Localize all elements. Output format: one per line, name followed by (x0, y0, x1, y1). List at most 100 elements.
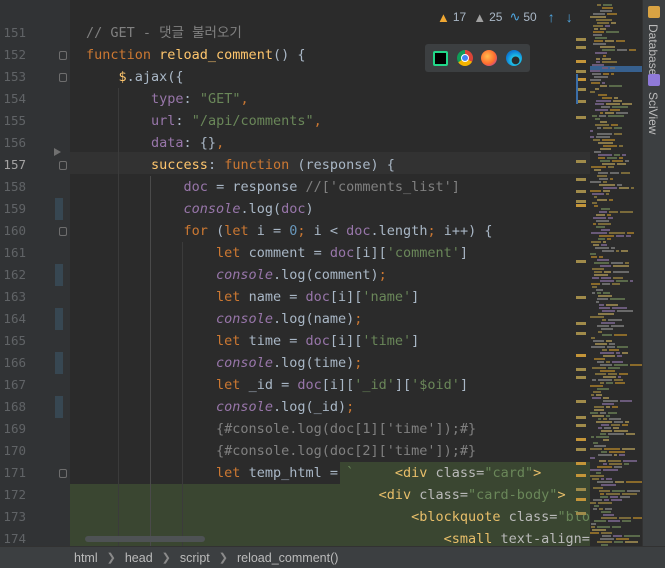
breadcrumb-item-html[interactable]: html (74, 551, 98, 565)
vcs-change-marker[interactable] (55, 352, 63, 374)
line-number[interactable]: 171 (0, 462, 26, 484)
vcs-change-marker[interactable] (55, 198, 63, 220)
fold-toggle-icon[interactable] (59, 469, 67, 478)
stripe-mark[interactable] (576, 260, 586, 263)
line-number[interactable]: 152 (0, 44, 26, 66)
line-number[interactable]: 169 (0, 418, 26, 440)
previous-highlight-icon[interactable]: ↑ (548, 9, 555, 25)
stripe-mark[interactable] (576, 332, 586, 335)
edge-icon[interactable] (505, 50, 522, 66)
code-line[interactable]: let comment = doc[i]['comment'] (86, 242, 468, 264)
stripe-mark[interactable] (576, 60, 586, 63)
line-number[interactable]: 159 (0, 198, 26, 220)
stripe-mark[interactable] (576, 178, 586, 181)
stripe-mark[interactable] (576, 438, 586, 441)
stripe-mark[interactable] (576, 74, 578, 104)
line-number[interactable]: 167 (0, 374, 26, 396)
line-number[interactable]: 154 (0, 88, 26, 110)
next-highlight-icon[interactable]: ↓ (566, 9, 573, 25)
code-line[interactable]: let temp_html = ` <div class="card"> (86, 462, 541, 484)
database-tool-tab[interactable]: Database (646, 24, 660, 75)
code-line[interactable]: let name = doc[i]['name'] (86, 286, 419, 308)
error-stripe[interactable] (574, 0, 588, 546)
code-line[interactable]: for (let i = 0; i < doc.length; i++) { (86, 220, 493, 242)
line-number[interactable]: 158 (0, 176, 26, 198)
database-icon[interactable] (648, 6, 660, 18)
vcs-change-marker[interactable] (55, 264, 63, 286)
stripe-mark[interactable] (576, 160, 586, 163)
line-number[interactable]: 166 (0, 352, 26, 374)
stripe-mark[interactable] (576, 322, 586, 325)
breadcrumb-item-function[interactable]: reload_comment() (237, 551, 338, 565)
line-number-gutter[interactable]: 151 152 153 154 155 156 157 158 159 160 161 162 163 1… (0, 0, 70, 546)
code-line[interactable]: <div class="card-body"> (86, 484, 566, 506)
code-line[interactable]: console.log(name); (86, 308, 362, 330)
inspection-widget[interactable]: ▲ 17 ▲ 25 ∿ 50 ↑ ↓ (437, 8, 573, 26)
stripe-mark[interactable] (576, 116, 586, 119)
horizontal-scrollbar[interactable] (85, 536, 205, 542)
stripe-mark[interactable] (576, 448, 586, 451)
line-number[interactable]: 164 (0, 308, 26, 330)
stripe-mark[interactable] (576, 38, 586, 41)
stripe-mark[interactable] (576, 70, 586, 73)
code-line[interactable]: {#console.log(doc[2]['time']);#} (86, 440, 476, 462)
code-line[interactable]: type: "GET", (86, 88, 249, 110)
code-line[interactable]: console.log(_id); (86, 396, 354, 418)
sciview-icon[interactable] (648, 74, 660, 86)
fold-toggle-icon[interactable] (59, 73, 67, 82)
stripe-mark[interactable] (576, 488, 586, 491)
stripe-mark[interactable] (576, 200, 586, 203)
line-number[interactable]: 165 (0, 330, 26, 352)
line-number[interactable]: 163 (0, 286, 26, 308)
code-line[interactable]: console.log(time); (86, 352, 362, 374)
code-editor[interactable]: // GET - 댓글 불러오기 function reload_comment(… (70, 0, 590, 546)
code-line[interactable]: // GET - 댓글 불러오기 (86, 22, 242, 44)
code-minimap[interactable] (590, 0, 642, 546)
vcs-change-marker[interactable] (55, 396, 63, 418)
sciview-tool-tab[interactable]: SciView (646, 92, 660, 134)
code-line[interactable]: doc = response //['comments_list'] (86, 176, 460, 198)
line-number[interactable]: 162 (0, 264, 26, 286)
breadcrumb-item-script[interactable]: script (180, 551, 210, 565)
stripe-mark[interactable] (576, 498, 586, 501)
stripe-mark[interactable] (576, 462, 586, 465)
chrome-icon[interactable] (456, 50, 473, 66)
stripe-mark[interactable] (576, 204, 586, 207)
code-line[interactable]: let _id = doc[i]['_id']['$oid'] (86, 374, 468, 396)
line-number[interactable]: 156 (0, 132, 26, 154)
line-number[interactable]: 173 (0, 506, 26, 528)
line-number[interactable]: 161 (0, 242, 26, 264)
line-number[interactable]: 172 (0, 484, 26, 506)
code-line[interactable]: <blockquote class="blockquote (86, 506, 590, 528)
code-line[interactable]: function reload_comment() { (86, 44, 305, 66)
stripe-mark[interactable] (576, 296, 586, 299)
code-line[interactable]: success: function (response) { (86, 154, 395, 176)
stripe-mark[interactable] (576, 400, 586, 403)
stripe-mark[interactable] (576, 354, 586, 357)
line-number[interactable]: 157 (0, 154, 26, 176)
line-number[interactable]: 160 (0, 220, 26, 242)
code-line[interactable]: $.ajax({ (86, 66, 184, 88)
vcs-change-marker[interactable] (55, 308, 63, 330)
stripe-mark[interactable] (576, 190, 586, 193)
stripe-mark[interactable] (576, 474, 586, 477)
stripe-mark[interactable] (576, 376, 586, 379)
fold-toggle-icon[interactable] (59, 51, 67, 60)
stripe-mark[interactable] (576, 368, 586, 371)
code-line[interactable]: console.log(doc) (86, 198, 314, 220)
code-line[interactable]: console.log(comment); (86, 264, 387, 286)
fold-toggle-icon[interactable] (59, 227, 67, 236)
code-line[interactable]: url: "/api/comments", (86, 110, 322, 132)
code-line[interactable]: data: {}, (86, 132, 224, 154)
line-number[interactable]: 168 (0, 396, 26, 418)
line-number[interactable]: 151 (0, 22, 26, 44)
line-number[interactable]: 153 (0, 66, 26, 88)
code-line[interactable]: let time = doc[i]['time'] (86, 330, 419, 352)
fold-toggle-icon[interactable] (59, 161, 67, 170)
line-number[interactable]: 170 (0, 440, 26, 462)
stripe-mark[interactable] (576, 416, 586, 419)
stripe-mark[interactable] (576, 46, 586, 49)
stripe-mark[interactable] (576, 512, 586, 515)
line-number[interactable]: 155 (0, 110, 26, 132)
code-line[interactable]: {#console.log(doc[1]['time']);#} (86, 418, 476, 440)
